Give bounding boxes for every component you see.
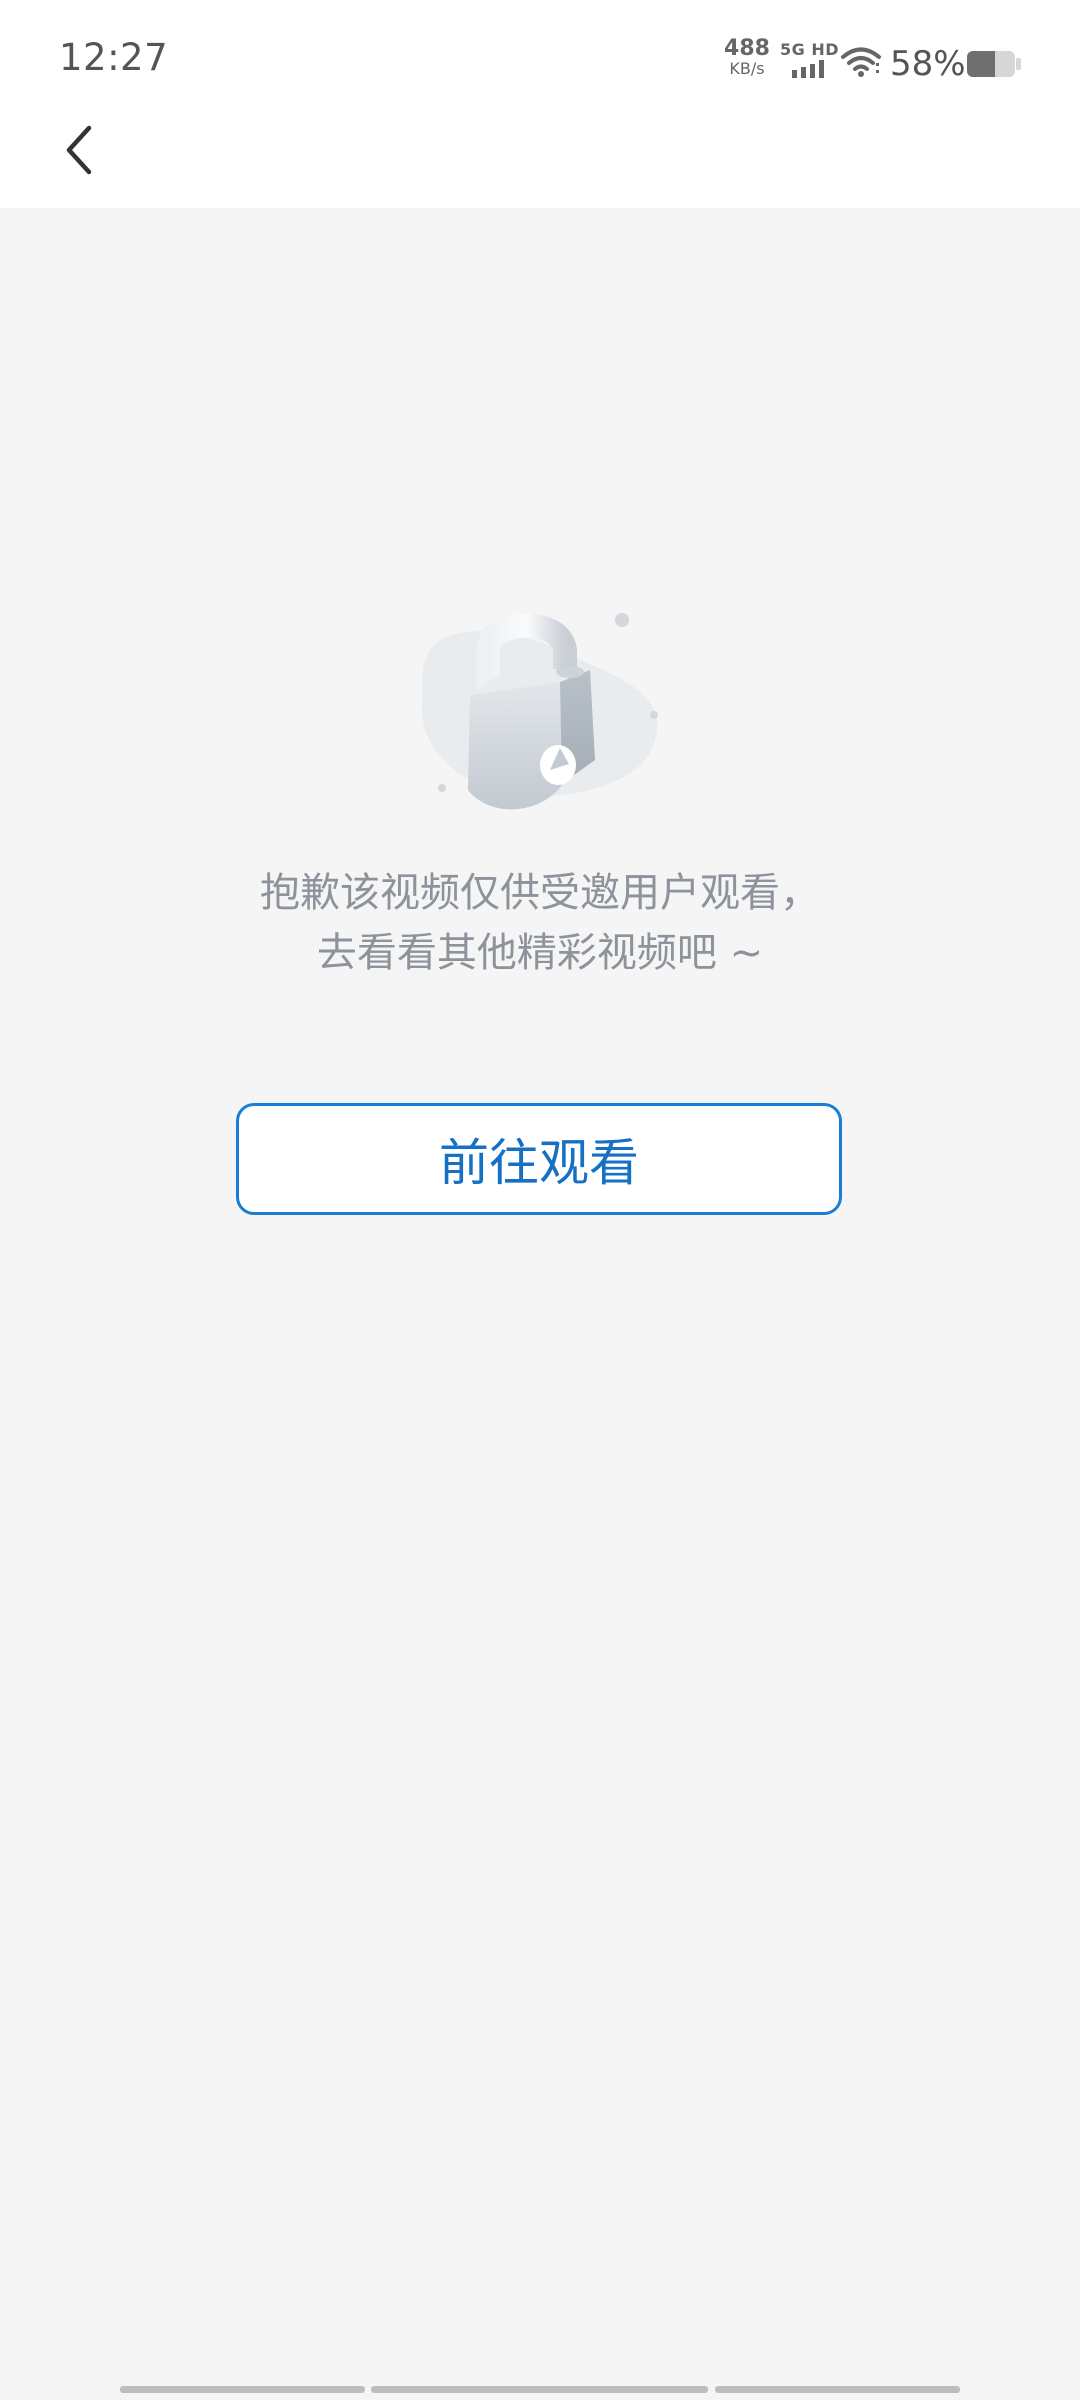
network-speed: 488 KB/s bbox=[722, 38, 772, 77]
battery-percent: 58% bbox=[890, 44, 966, 84]
lock-icon bbox=[421, 613, 658, 810]
gesture-navigation-bar bbox=[0, 2386, 1080, 2394]
status-bar: 12:27 488 KB/s 5G HD 58% bbox=[0, 0, 1080, 120]
network-speed-unit: KB/s bbox=[729, 59, 765, 78]
gesture-bar-segment bbox=[371, 2386, 708, 2393]
message-line-2: 去看看其他精彩视频吧 ~ bbox=[316, 930, 764, 976]
back-button[interactable] bbox=[44, 110, 114, 190]
gesture-bar-segment bbox=[120, 2386, 365, 2393]
go-watch-button[interactable]: 前往观看 bbox=[236, 1103, 842, 1215]
wifi-icon bbox=[841, 47, 881, 77]
message-line-1: 抱歉该视频仅供受邀用户观看， bbox=[260, 870, 820, 916]
empty-state-message: 抱歉该视频仅供受邀用户观看， 去看看其他精彩视频吧 ~ bbox=[140, 863, 940, 983]
go-watch-button-label: 前往观看 bbox=[439, 1134, 639, 1192]
gesture-bar-segment bbox=[715, 2386, 960, 2393]
cellular-status: 5G HD bbox=[780, 40, 839, 80]
top-bar: 12:27 488 KB/s 5G HD 58% bbox=[0, 0, 1080, 208]
network-type-label: 5G HD bbox=[780, 40, 840, 59]
battery-icon bbox=[967, 51, 1021, 77]
status-time: 12:27 bbox=[59, 36, 169, 79]
chevron-left-icon bbox=[66, 125, 92, 175]
signal-icon bbox=[792, 60, 824, 78]
network-speed-value: 488 bbox=[724, 36, 770, 61]
